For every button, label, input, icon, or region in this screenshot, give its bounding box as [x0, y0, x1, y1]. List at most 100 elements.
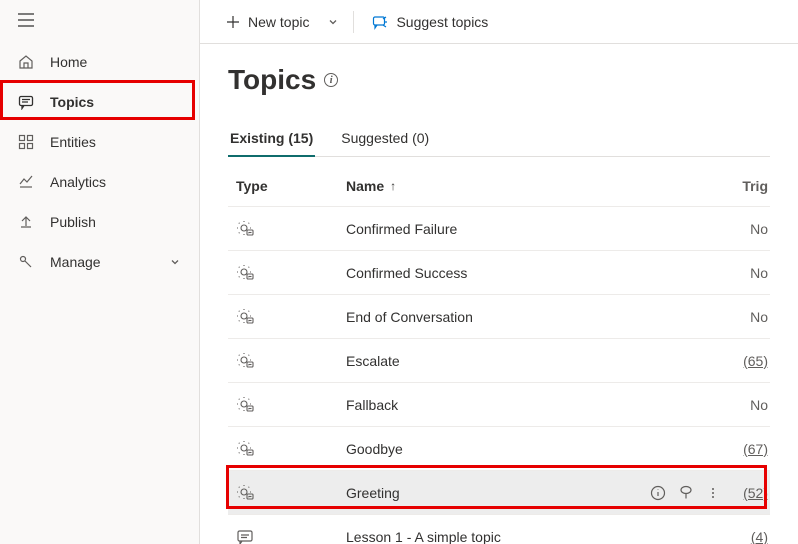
topic-name: Greeting — [346, 485, 400, 501]
home-icon — [18, 54, 34, 70]
details-button[interactable] — [650, 485, 666, 501]
trigger-cell: No — [730, 265, 770, 281]
header-name-label: Name — [346, 178, 384, 194]
trigger-value: (67) — [743, 441, 768, 457]
table-row[interactable]: Escalate (65) — [228, 339, 770, 383]
system-topic-icon — [236, 352, 254, 370]
suggest-topics-label: Suggest topics — [396, 14, 488, 30]
trigger-cell[interactable]: (65) — [730, 353, 770, 369]
more-vertical-icon — [706, 486, 720, 500]
sidebar-item-manage[interactable]: Manage — [0, 242, 199, 282]
table-row[interactable]: Goodbye (67) — [228, 427, 770, 471]
type-cell — [228, 220, 346, 238]
name-cell[interactable]: Confirmed Success — [346, 265, 620, 281]
hamburger-icon — [18, 13, 34, 27]
type-cell — [228, 396, 346, 414]
sidebar-item-label: Publish — [50, 214, 96, 230]
tab-existing[interactable]: Existing (15) — [228, 122, 315, 156]
header-name[interactable]: Name ↑ — [346, 178, 620, 194]
suggest-topics-button[interactable]: Suggest topics — [364, 8, 496, 36]
trigger-value: (65) — [743, 353, 768, 369]
tabs: Existing (15) Suggested (0) — [228, 122, 770, 157]
table-row[interactable]: Fallback No — [228, 383, 770, 427]
system-topic-icon — [236, 440, 254, 458]
table-header: Type Name ↑ Trig — [228, 165, 770, 207]
sidebar-item-entities[interactable]: Entities — [0, 122, 199, 162]
info-icon[interactable]: i — [324, 73, 338, 87]
sidebar-item-home[interactable]: Home — [0, 42, 199, 82]
name-cell[interactable]: End of Conversation — [346, 309, 620, 325]
more-button[interactable] — [706, 486, 720, 500]
trigger-value: (52) — [743, 485, 768, 501]
user-topic-icon — [236, 528, 254, 544]
sidebar-item-publish[interactable]: Publish — [0, 202, 199, 242]
system-topic-icon — [236, 220, 254, 238]
sidebar-item-label: Topics — [50, 94, 94, 110]
suggest-icon — [372, 14, 388, 30]
table-row[interactable]: Confirmed Failure No — [228, 207, 770, 251]
topic-name: Confirmed Failure — [346, 221, 457, 237]
trigger-cell[interactable]: (67) — [730, 441, 770, 457]
name-cell[interactable]: Escalate — [346, 353, 620, 369]
system-topic-icon — [236, 264, 254, 282]
track-button[interactable] — [678, 485, 694, 501]
trigger-cell: No — [730, 397, 770, 413]
trigger-value: (4) — [751, 529, 768, 544]
sidebar-item-label: Manage — [50, 254, 101, 270]
topic-name: Fallback — [346, 397, 398, 413]
hamburger-button[interactable] — [0, 0, 199, 40]
type-cell — [228, 308, 346, 326]
trigger-cell[interactable]: (52) — [730, 485, 770, 501]
new-topic-label: New topic — [248, 14, 309, 30]
sidebar-item-analytics[interactable]: Analytics — [0, 162, 199, 202]
type-cell — [228, 440, 346, 458]
trigger-cell: No — [730, 221, 770, 237]
trigger-value: No — [750, 265, 768, 281]
topics-table: Type Name ↑ Trig Confirmed FailureNoConf… — [228, 165, 770, 544]
sidebar-item-label: Home — [50, 54, 87, 70]
type-cell — [228, 528, 346, 544]
toolbar: New topic Suggest topics — [200, 0, 798, 44]
trigger-value: No — [750, 397, 768, 413]
page-title: Topics i — [228, 64, 770, 96]
topic-name: Goodbye — [346, 441, 403, 457]
trigger-value: No — [750, 221, 768, 237]
system-topic-icon — [236, 396, 254, 414]
trigger-cell[interactable]: (4) — [730, 529, 770, 544]
header-trigger[interactable]: Trig — [730, 178, 770, 194]
system-topic-icon — [236, 308, 254, 326]
analytics-icon — [18, 174, 34, 190]
topic-name: Confirmed Success — [346, 265, 467, 281]
type-cell — [228, 264, 346, 282]
name-cell[interactable]: Lesson 1 - A simple topic — [346, 529, 620, 544]
table-row[interactable]: Greeting (52) — [228, 471, 770, 515]
name-cell[interactable]: Confirmed Failure — [346, 221, 620, 237]
topic-name: End of Conversation — [346, 309, 473, 325]
content: Topics i Existing (15) Suggested (0) Typ… — [200, 44, 798, 544]
main: New topic Suggest topics Topics i Existi… — [200, 0, 798, 544]
chevron-down-icon — [169, 256, 181, 268]
plus-icon — [226, 15, 240, 29]
table-row[interactable]: Confirmed Success No — [228, 251, 770, 295]
name-cell[interactable]: Fallback — [346, 397, 620, 413]
topic-name: Lesson 1 - A simple topic — [346, 529, 501, 544]
name-cell[interactable]: Goodbye — [346, 441, 620, 457]
new-topic-dropdown[interactable] — [323, 10, 343, 34]
table-row[interactable]: End of Conversation No — [228, 295, 770, 339]
trigger-value: No — [750, 309, 768, 325]
header-type[interactable]: Type — [228, 178, 346, 194]
manage-icon — [18, 254, 34, 270]
sidebar-item-label: Entities — [50, 134, 96, 150]
table-row[interactable]: Lesson 1 - A simple topic (4) — [228, 515, 770, 544]
chevron-down-icon — [327, 16, 339, 28]
name-cell[interactable]: Greeting — [346, 485, 620, 501]
topics-icon — [18, 94, 34, 110]
toolbar-separator — [353, 11, 354, 33]
sidebar-item-topics[interactable]: Topics — [0, 82, 199, 122]
tab-suggested[interactable]: Suggested (0) — [339, 122, 431, 156]
new-topic-button[interactable]: New topic — [218, 8, 317, 36]
system-topic-icon — [236, 484, 254, 502]
sidebar-item-label: Analytics — [50, 174, 106, 190]
sidebar-nav: Home Topics Entities Analytics Publish M… — [0, 40, 199, 282]
page-title-text: Topics — [228, 64, 316, 96]
